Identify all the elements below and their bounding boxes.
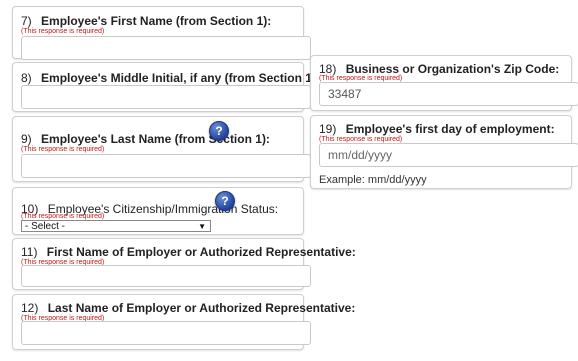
question-text: First Name of Employer or Authorized Rep… xyxy=(46,245,356,259)
required-notice: (This response is required) xyxy=(21,28,105,35)
question-8-label: 8) Employee's Middle Initial, if any (fr… xyxy=(21,71,320,85)
help-icon[interactable]: ? xyxy=(215,191,235,211)
first-name-input[interactable] xyxy=(21,36,311,60)
question-11-card: 11) First Name of Employer or Authorized… xyxy=(12,238,356,290)
citizenship-status-select[interactable]: - Select - ▼ xyxy=(21,220,211,232)
question-12-label: 12) Last Name of Employer or Authorized … xyxy=(21,301,355,315)
question-19-label: 19) Employee's first day of employment: xyxy=(319,122,555,136)
help-icon[interactable]: ? xyxy=(209,121,229,141)
employer-first-name-input[interactable] xyxy=(21,265,311,287)
first-day-date-input[interactable]: mm/dd/yyyy xyxy=(319,143,578,167)
question-text: Employee's Last Name (from Section 1): xyxy=(41,132,270,146)
required-notice: (This response is required) xyxy=(319,136,403,143)
middle-initial-input[interactable] xyxy=(21,85,311,109)
question-12-card: 12) Last Name of Employer or Authorized … xyxy=(12,294,355,350)
required-notice: (This response is required) xyxy=(21,213,105,220)
question-text: Business or Organization's Zip Code: xyxy=(345,62,560,76)
dropdown-arrow-icon: ▼ xyxy=(198,222,206,231)
question-9-card: 9) Employee's Last Name (from Section 1)… xyxy=(12,116,311,182)
required-notice: (This response is required) xyxy=(319,75,403,82)
question-18-label: 18) Business or Organization's Zip Code: xyxy=(319,62,559,76)
question-10-card: 10) Employee's Citizenship/Immigration S… xyxy=(12,187,304,235)
question-19-card: 19) Employee's first day of employment: … xyxy=(310,115,578,189)
question-7-label: 7) Employee's First Name (from Section 1… xyxy=(21,14,271,28)
question-11-label: 11) First Name of Employer or Authorized… xyxy=(21,245,356,259)
question-text: Employee's first day of employment: xyxy=(345,122,555,136)
last-name-input[interactable] xyxy=(21,154,311,178)
question-number: 18) xyxy=(319,62,337,76)
question-number: 7) xyxy=(21,14,32,28)
question-8-card: 8) Employee's Middle Initial, if any (fr… xyxy=(12,62,320,112)
question-7-card: 7) Employee's First Name (from Section 1… xyxy=(12,6,311,60)
zip-code-input[interactable]: 33487 xyxy=(319,82,578,106)
required-notice: (This response is required) xyxy=(21,146,105,153)
question-number: 19) xyxy=(319,122,337,136)
question-9-label: 9) Employee's Last Name (from Section 1)… xyxy=(21,132,270,146)
date-format-example: Example: mm/dd/yyyy xyxy=(319,174,427,186)
question-text: Employee's Middle Initial, if any (from … xyxy=(41,71,320,85)
employer-last-name-input[interactable] xyxy=(21,321,311,345)
question-number: 9) xyxy=(21,132,32,146)
question-18-card: 18) Business or Organization's Zip Code:… xyxy=(310,55,578,111)
question-text: Employee's First Name (from Section 1): xyxy=(41,14,272,28)
question-number: 11) xyxy=(21,245,38,259)
select-value: - Select - xyxy=(25,220,66,232)
question-number: 12) xyxy=(21,301,39,315)
question-number: 8) xyxy=(21,71,32,85)
question-text: Last Name of Employer or Authorized Repr… xyxy=(47,301,356,315)
